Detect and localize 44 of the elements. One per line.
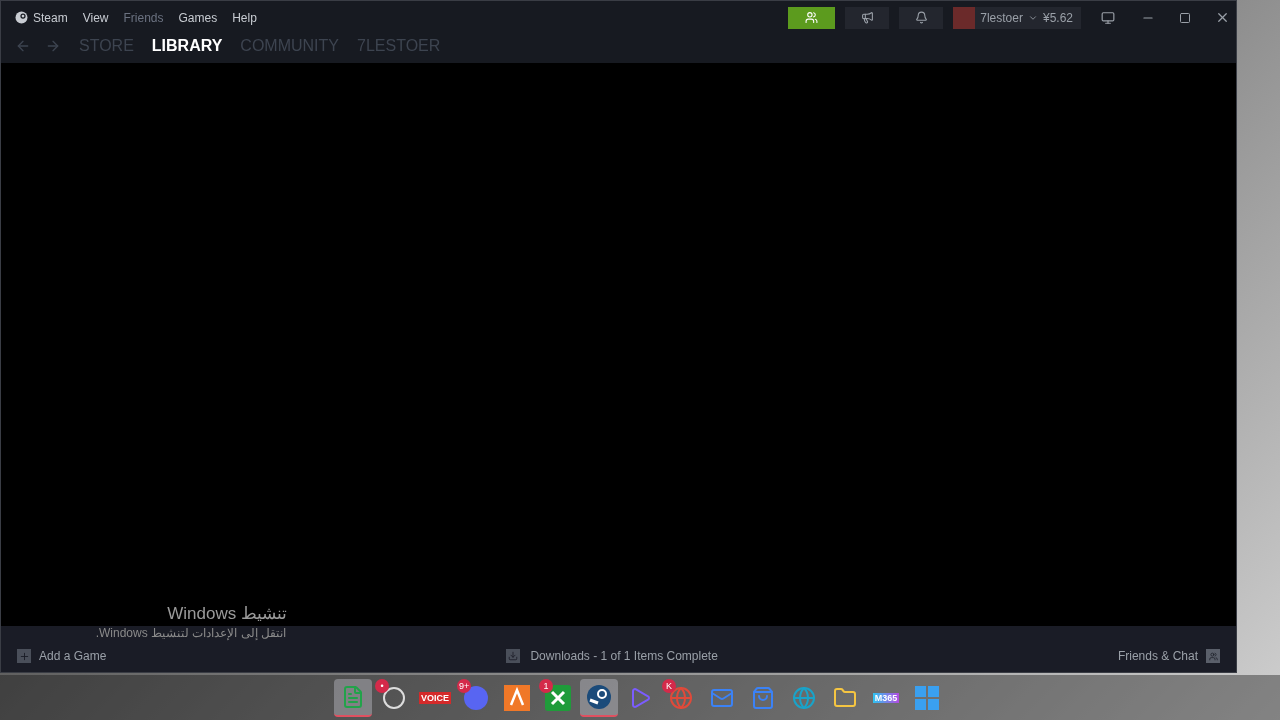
bell-icon [914,11,928,24]
notification-badge: 1 [539,678,553,693]
menu-item[interactable]: Steam [15,8,68,27]
taskbar-app-button[interactable]: M365 [867,678,905,717]
forward-arrow-icon[interactable] [45,38,61,54]
people-icon [805,11,819,24]
file-app-icon [341,684,365,709]
taskbar-app-button[interactable]: 1 [539,678,577,717]
notification-badge: K [662,678,676,693]
account-name: 7lestoer [980,9,1023,27]
taskbar-app-button[interactable]: 9+ [457,678,495,717]
account-menu[interactable]: 7lestoer ¥5.62 [953,6,1081,29]
m365-logo: M365 [872,692,900,703]
activation-message: انتقل إلى الإعدادات لتنشيط Windows. [94,626,286,640]
notifications-button[interactable] [899,6,944,29]
taskbar-app-button[interactable] [580,678,618,717]
wallet-balance: ¥5.62 [1042,9,1073,27]
friends-chat-button[interactable]: Friends & Chat [1117,647,1220,665]
add-game-button[interactable]: Add a Game [17,647,107,665]
downloads-status[interactable]: Downloads - 1 of 1 Items Complete [506,647,718,665]
voicemeeter-logo: VOICE [419,691,451,704]
windows-start-icon [914,684,940,711]
maximize-icon[interactable] [1179,11,1191,24]
avatar-placeholder [953,6,976,29]
close-icon[interactable] [1215,10,1230,25]
download-icon [506,649,521,663]
notification-badge: • [375,678,389,693]
store-app-icon [751,685,775,710]
taskbar-app-button[interactable]: K [662,678,700,717]
activation-title: تنشيط Windows [166,603,287,625]
friends-button[interactable] [788,6,836,29]
menu-item[interactable]: Games [178,8,218,27]
menu-item[interactable]: Help [232,8,257,27]
taskbar-app-button[interactable]: VOICE [416,678,454,717]
plus-icon [17,649,31,663]
monitor-icon[interactable] [1101,10,1115,25]
nav-tab[interactable]: LIBRARY [151,34,223,58]
announcements-button[interactable] [845,6,890,29]
folder-app-icon [833,685,857,710]
megaphone-icon [860,11,874,24]
taskbar-app-button[interactable]: • [375,678,413,717]
menu-item[interactable]: View [82,8,109,27]
notification-badge: 9+ [457,678,472,693]
friends-chat-icon [1206,649,1220,663]
